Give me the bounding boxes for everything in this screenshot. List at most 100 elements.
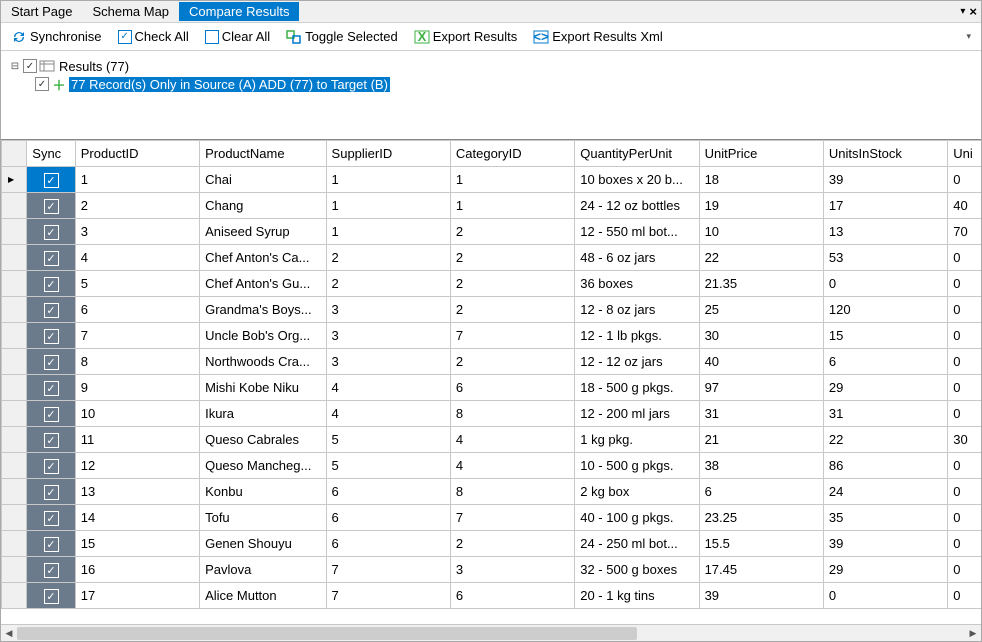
- row-header[interactable]: [2, 349, 27, 375]
- table-row[interactable]: ✓6Grandma's Boys...3212 - 8 oz jars25120…: [2, 297, 982, 323]
- row-header[interactable]: [2, 167, 27, 193]
- table-row[interactable]: ✓16Pavlova7332 - 500 g boxes17.45290: [2, 557, 982, 583]
- sync-checkbox-icon[interactable]: ✓: [44, 199, 59, 214]
- sync-checkbox-icon[interactable]: ✓: [44, 433, 59, 448]
- horizontal-scrollbar[interactable]: ◀ ▶: [1, 624, 981, 641]
- sync-checkbox-icon[interactable]: ✓: [44, 251, 59, 266]
- sync-cell[interactable]: ✓: [27, 219, 75, 245]
- tab-schema-map[interactable]: Schema Map: [82, 2, 179, 21]
- sync-checkbox-icon[interactable]: ✓: [44, 225, 59, 240]
- row-header[interactable]: [2, 271, 27, 297]
- tree-root-node[interactable]: ⊟ ✓ Results (77): [9, 57, 973, 75]
- row-header[interactable]: [2, 479, 27, 505]
- tab-compare-results[interactable]: Compare Results: [179, 2, 299, 21]
- sync-checkbox-icon[interactable]: ✓: [44, 355, 59, 370]
- sync-cell[interactable]: ✓: [27, 271, 75, 297]
- sync-cell[interactable]: ✓: [27, 349, 75, 375]
- sync-cell[interactable]: ✓: [27, 193, 75, 219]
- table-row[interactable]: ✓14Tofu6740 - 100 g pkgs.23.25350: [2, 505, 982, 531]
- table-row[interactable]: ✓15Genen Shouyu6224 - 250 ml bot...15.53…: [2, 531, 982, 557]
- scroll-right-icon[interactable]: ▶: [965, 625, 981, 641]
- sync-checkbox-icon[interactable]: ✓: [44, 485, 59, 500]
- col-quantityperunit[interactable]: QuantityPerUnit: [575, 141, 699, 167]
- row-header[interactable]: [2, 323, 27, 349]
- collapse-icon[interactable]: ⊟: [9, 61, 21, 72]
- col-unitprice[interactable]: UnitPrice: [699, 141, 823, 167]
- row-header[interactable]: [2, 427, 27, 453]
- table-row[interactable]: ✓9Mishi Kobe Niku4618 - 500 g pkgs.97290: [2, 375, 982, 401]
- col-sync[interactable]: Sync: [27, 141, 75, 167]
- sync-checkbox-icon[interactable]: ✓: [44, 407, 59, 422]
- row-header[interactable]: [2, 193, 27, 219]
- table-row[interactable]: ✓7Uncle Bob's Org...3712 - 1 lb pkgs.301…: [2, 323, 982, 349]
- tree-child-node[interactable]: ✓ ＋ 77 Record(s) Only in Source (A) ADD …: [9, 75, 973, 93]
- row-header[interactable]: [2, 245, 27, 271]
- sync-checkbox-icon[interactable]: ✓: [44, 303, 59, 318]
- sync-cell[interactable]: ✓: [27, 505, 75, 531]
- sync-cell[interactable]: ✓: [27, 375, 75, 401]
- sync-cell[interactable]: ✓: [27, 297, 75, 323]
- export-results-xml-button[interactable]: <> Export Results Xml: [529, 27, 667, 47]
- col-supplierid[interactable]: SupplierID: [326, 141, 450, 167]
- clear-all-button[interactable]: Clear All: [201, 27, 274, 46]
- table-row[interactable]: ✓13Konbu682 kg box6240: [2, 479, 982, 505]
- sync-checkbox-icon[interactable]: ✓: [44, 329, 59, 344]
- sync-cell[interactable]: ✓: [27, 323, 75, 349]
- table-row[interactable]: ✓1Chai1110 boxes x 20 b...18390: [2, 167, 982, 193]
- pin-icon[interactable]: ▾: [960, 6, 965, 17]
- grid-scroll-area[interactable]: Sync ProductID ProductName SupplierID Ca…: [1, 140, 981, 624]
- col-unitsonorder[interactable]: Uni: [948, 141, 981, 167]
- sync-cell[interactable]: ✓: [27, 167, 75, 193]
- sync-cell[interactable]: ✓: [27, 531, 75, 557]
- row-header[interactable]: [2, 375, 27, 401]
- table-row[interactable]: ✓12Queso Mancheg...5410 - 500 g pkgs.388…: [2, 453, 982, 479]
- sync-checkbox-icon[interactable]: ✓: [44, 381, 59, 396]
- sync-cell[interactable]: ✓: [27, 479, 75, 505]
- cell-pname: Tofu: [200, 505, 326, 531]
- sync-checkbox-icon[interactable]: ✓: [44, 589, 59, 604]
- tab-start-page[interactable]: Start Page: [1, 2, 82, 21]
- table-row[interactable]: ✓3Aniseed Syrup1212 - 550 ml bot...10137…: [2, 219, 982, 245]
- table-row[interactable]: ✓11Queso Cabrales541 kg pkg.212230: [2, 427, 982, 453]
- col-unitsinstock[interactable]: UnitsInStock: [823, 141, 947, 167]
- sync-checkbox-icon[interactable]: ✓: [44, 459, 59, 474]
- table-row[interactable]: ✓8Northwoods Cra...3212 - 12 oz jars4060: [2, 349, 982, 375]
- table-row[interactable]: ✓5Chef Anton's Gu...2236 boxes21.3500: [2, 271, 982, 297]
- col-categoryid[interactable]: CategoryID: [450, 141, 574, 167]
- row-header[interactable]: [2, 219, 27, 245]
- row-header[interactable]: [2, 531, 27, 557]
- synchronise-button[interactable]: Synchronise: [7, 27, 106, 47]
- sync-cell[interactable]: ✓: [27, 557, 75, 583]
- table-row[interactable]: ✓2Chang1124 - 12 oz bottles191740: [2, 193, 982, 219]
- tree-checkbox[interactable]: ✓: [35, 77, 49, 91]
- toolbar-overflow-icon[interactable]: ▾: [962, 31, 975, 42]
- sync-checkbox-icon[interactable]: ✓: [44, 511, 59, 526]
- toggle-selected-button[interactable]: Toggle Selected: [282, 27, 402, 47]
- sync-cell[interactable]: ✓: [27, 583, 75, 609]
- row-header[interactable]: [2, 453, 27, 479]
- table-row[interactable]: ✓10Ikura4812 - 200 ml jars31310: [2, 401, 982, 427]
- col-productid[interactable]: ProductID: [75, 141, 199, 167]
- row-header[interactable]: [2, 297, 27, 323]
- sync-cell[interactable]: ✓: [27, 427, 75, 453]
- row-header[interactable]: [2, 583, 27, 609]
- table-row[interactable]: ✓17Alice Mutton7620 - 1 kg tins3900: [2, 583, 982, 609]
- col-productname[interactable]: ProductName: [200, 141, 326, 167]
- sync-cell[interactable]: ✓: [27, 453, 75, 479]
- row-header[interactable]: [2, 401, 27, 427]
- scroll-left-icon[interactable]: ◀: [1, 625, 17, 641]
- sync-checkbox-icon[interactable]: ✓: [44, 277, 59, 292]
- export-results-button[interactable]: X Export Results: [410, 27, 522, 47]
- row-header[interactable]: [2, 505, 27, 531]
- check-all-button[interactable]: ✓ Check All: [114, 27, 193, 46]
- sync-cell[interactable]: ✓: [27, 401, 75, 427]
- sync-checkbox-icon[interactable]: ✓: [44, 563, 59, 578]
- tree-checkbox[interactable]: ✓: [23, 59, 37, 73]
- table-row[interactable]: ✓4Chef Anton's Ca...2248 - 6 oz jars2253…: [2, 245, 982, 271]
- sync-checkbox-icon[interactable]: ✓: [44, 537, 59, 552]
- row-header[interactable]: [2, 557, 27, 583]
- scroll-thumb[interactable]: [17, 627, 637, 640]
- sync-cell[interactable]: ✓: [27, 245, 75, 271]
- close-icon[interactable]: ×: [969, 4, 977, 19]
- sync-checkbox-icon[interactable]: ✓: [44, 173, 59, 188]
